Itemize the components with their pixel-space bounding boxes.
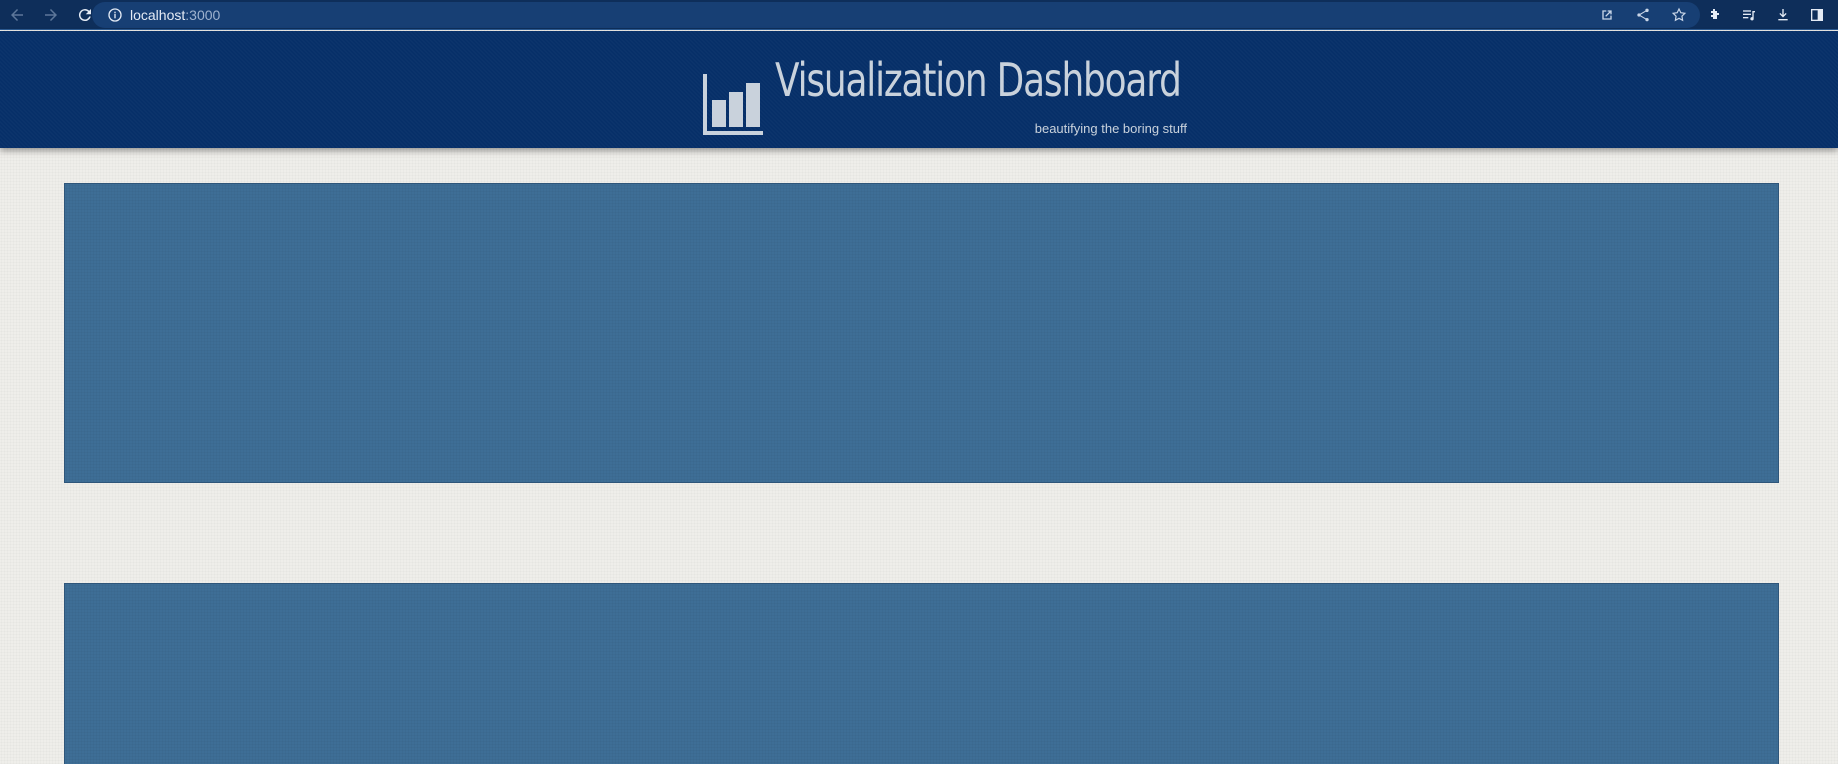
open-in-new-icon[interactable] [1594, 2, 1620, 28]
bar-chart-icon [703, 74, 763, 135]
url-text: localhost:3000 [130, 7, 220, 23]
extension-actions [1702, 2, 1830, 28]
address-bar-actions [1594, 2, 1692, 28]
arrow-left-icon [11, 8, 23, 21]
dashboard-panel-2 [64, 583, 1779, 764]
browser-toolbar: localhost:3000 [0, 0, 1838, 30]
dashboard-panel-1 [64, 183, 1779, 483]
download-icon[interactable] [1770, 2, 1796, 28]
page-subtitle: beautifying the boring stuff [1034, 121, 1187, 136]
address-bar[interactable]: localhost:3000 [92, 2, 1700, 28]
site-header: Visualization Dashboard beautifying the … [0, 31, 1838, 148]
brand: Visualization Dashboard beautifying the … [700, 49, 1190, 141]
share-icon[interactable] [1630, 2, 1656, 28]
back-button[interactable] [0, 0, 34, 30]
extensions-puzzle-icon[interactable] [1702, 2, 1728, 28]
side-panel-icon[interactable] [1804, 2, 1830, 28]
url-host: localhost [130, 7, 186, 23]
arrow-right-icon [45, 8, 57, 21]
url-port: :3000 [185, 7, 221, 23]
bookmark-star-icon[interactable] [1666, 2, 1692, 28]
media-queue-icon[interactable] [1736, 2, 1762, 28]
site-info-icon[interactable] [100, 7, 130, 23]
forward-button[interactable] [34, 0, 68, 30]
page-title: Visualization Dashboard [775, 53, 1182, 107]
